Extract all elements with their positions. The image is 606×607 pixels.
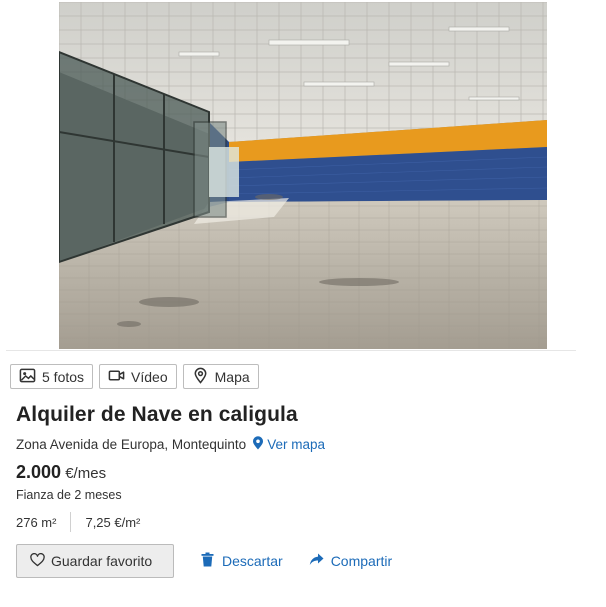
warehouse-photo-illustration [59, 2, 547, 349]
heart-icon [30, 552, 45, 570]
image-icon [19, 367, 36, 387]
listing-actions: Guardar favorito Descartar Compartir [16, 544, 392, 578]
trash-icon [200, 552, 215, 570]
photos-button[interactable]: 5 fotos [10, 364, 94, 389]
map-label: Mapa [214, 368, 250, 385]
video-camera-icon [108, 367, 125, 387]
listing-location: Zona Avenida de Europa, Montequinto Ver … [16, 436, 325, 453]
share-button[interactable]: Compartir [309, 552, 392, 570]
location-pin-icon [252, 436, 264, 453]
video-button[interactable]: Vídeo [99, 364, 177, 389]
share-arrow-icon [309, 552, 324, 570]
feature-divider [70, 512, 72, 532]
listing-price: 2.000 €/mes [16, 462, 106, 483]
deposit-info: Fianza de 2 meses [16, 488, 122, 502]
listing-photo[interactable] [59, 2, 547, 349]
area-value: 276 m² [16, 514, 57, 530]
share-label: Compartir [330, 553, 393, 569]
video-label: Vídeo [131, 368, 168, 385]
discard-label: Descartar [222, 553, 283, 569]
section-divider [6, 350, 576, 351]
map-pin-icon [192, 367, 209, 387]
save-favorite-button[interactable]: Guardar favorito [16, 544, 174, 578]
listing-features: 276 m² 7,25 €/m² [16, 512, 140, 532]
location-text: Zona Avenida de Europa, Montequinto [16, 437, 247, 452]
listing-title[interactable]: Alquiler de Nave en caligula [16, 403, 298, 427]
view-map-link[interactable]: Ver mapa [252, 436, 325, 453]
map-button[interactable]: Mapa [182, 364, 259, 389]
view-map-label: Ver mapa [267, 437, 325, 452]
discard-button[interactable]: Descartar [200, 552, 283, 570]
photos-label: 5 fotos [42, 368, 85, 385]
media-bar: 5 fotos Vídeo Mapa [10, 364, 259, 389]
price-per-m2: 7,25 €/m² [85, 514, 141, 530]
price-amount: 2.000 [16, 462, 62, 482]
price-unit: €/mes [65, 465, 107, 482]
save-favorite-label: Guardar favorito [51, 553, 153, 569]
